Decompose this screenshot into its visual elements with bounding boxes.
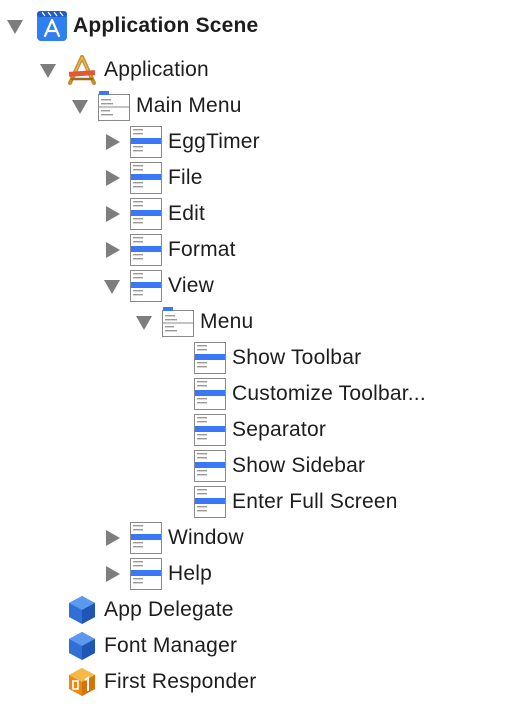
view-item-label: Show Sidebar bbox=[232, 454, 366, 477]
disclosure-expanded-icon[interactable] bbox=[72, 100, 88, 114]
tree-row-view-item[interactable]: Separator bbox=[0, 412, 512, 448]
tree-row-menu-item[interactable]: File bbox=[0, 160, 512, 196]
tree-row-menu-item[interactable]: Format bbox=[0, 232, 512, 268]
tree-row-object[interactable]: First Responder bbox=[0, 664, 512, 700]
menu-icon bbox=[162, 307, 194, 337]
menu-item-label: File bbox=[168, 166, 203, 189]
application-label: Application bbox=[104, 58, 209, 81]
view-item-label: Show Toolbar bbox=[232, 346, 362, 369]
disclosure-collapsed-icon[interactable] bbox=[106, 530, 120, 546]
application-icon bbox=[68, 55, 96, 85]
tree-row-object[interactable]: Font Manager bbox=[0, 628, 512, 664]
tree-row-scene[interactable]: Application Scene bbox=[0, 8, 512, 44]
menu-item-icon bbox=[130, 126, 162, 158]
disclosure-expanded-icon[interactable] bbox=[104, 280, 120, 294]
menu-icon bbox=[98, 91, 130, 121]
menu-item-icon bbox=[194, 450, 226, 482]
tree-row-view-item[interactable]: Enter Full Screen bbox=[0, 484, 512, 520]
view-item-label: Customize Toolbar... bbox=[232, 382, 426, 405]
menu-item-label: Help bbox=[168, 562, 212, 585]
disclosure-expanded-icon[interactable] bbox=[136, 316, 152, 330]
menu-item-icon bbox=[194, 378, 226, 410]
menu-item-label: Edit bbox=[168, 202, 205, 225]
tree-row-menu-item[interactable]: Edit bbox=[0, 196, 512, 232]
menu-item-label: Format bbox=[168, 238, 236, 261]
disclosure-collapsed-icon[interactable] bbox=[106, 134, 120, 150]
view-menu-label: Menu bbox=[200, 310, 254, 333]
scene-label: Application Scene bbox=[73, 14, 259, 37]
menu-item-icon bbox=[130, 270, 162, 302]
menu-item-label: EggTimer bbox=[168, 130, 260, 153]
menu-item-icon bbox=[130, 522, 162, 554]
tree-row-view-item[interactable]: Show Toolbar bbox=[0, 340, 512, 376]
view-item-label: Enter Full Screen bbox=[232, 490, 398, 513]
menu-item-icon bbox=[194, 486, 226, 518]
disclosure-collapsed-icon[interactable] bbox=[106, 170, 120, 186]
disclosure-expanded-icon[interactable] bbox=[40, 64, 56, 78]
menu-item-label: View bbox=[168, 274, 214, 297]
first-responder-icon bbox=[69, 668, 95, 696]
view-item-label: Separator bbox=[232, 418, 327, 441]
disclosure-collapsed-icon[interactable] bbox=[106, 566, 120, 582]
tree-row-main-menu[interactable]: Main Menu bbox=[0, 88, 512, 124]
menu-item-icon bbox=[194, 414, 226, 446]
object-label: App Delegate bbox=[104, 598, 234, 621]
tree-row-menu-item[interactable]: EggTimer bbox=[0, 124, 512, 160]
storyboard-scene-icon bbox=[37, 11, 67, 41]
menu-item-icon bbox=[130, 162, 162, 194]
object-label: First Responder bbox=[104, 670, 257, 693]
object-label: Font Manager bbox=[104, 634, 238, 657]
blue-cube-icon bbox=[69, 632, 95, 660]
disclosure-collapsed-icon[interactable] bbox=[106, 242, 120, 258]
tree-row-menu-item-view[interactable]: View bbox=[0, 268, 512, 304]
tree-row-menu-item[interactable]: Window bbox=[0, 520, 512, 556]
menu-item-icon bbox=[194, 342, 226, 374]
tree-row-application[interactable]: Application bbox=[0, 52, 512, 88]
menu-item-label: Window bbox=[168, 526, 244, 549]
menu-item-icon bbox=[130, 198, 162, 230]
menu-item-icon bbox=[130, 558, 162, 590]
tree-row-menu-item[interactable]: Help bbox=[0, 556, 512, 592]
disclosure-expanded-icon[interactable] bbox=[7, 20, 23, 34]
tree-row-view-item[interactable]: Show Sidebar bbox=[0, 448, 512, 484]
menu-item-icon bbox=[130, 234, 162, 266]
tree-row-view-menu[interactable]: Menu bbox=[0, 304, 512, 340]
main-menu-label: Main Menu bbox=[136, 94, 242, 117]
tree-row-view-item[interactable]: Customize Toolbar... bbox=[0, 376, 512, 412]
blue-cube-icon bbox=[69, 596, 95, 624]
disclosure-collapsed-icon[interactable] bbox=[106, 206, 120, 222]
tree-row-object[interactable]: App Delegate bbox=[0, 592, 512, 628]
